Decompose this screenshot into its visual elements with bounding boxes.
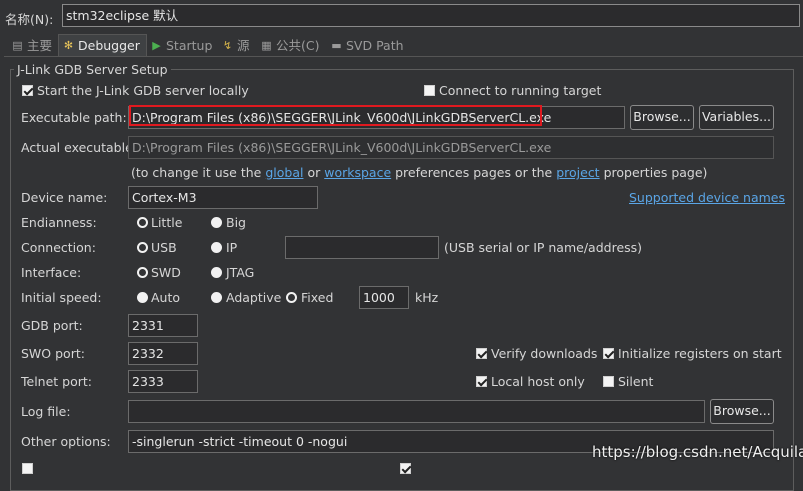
tab-common[interactable]: ▦ 公共(C) bbox=[257, 35, 325, 56]
big-radio[interactable] bbox=[211, 217, 222, 228]
swd-label: SWD bbox=[151, 265, 181, 280]
tab-startup[interactable]: ▶ Startup bbox=[147, 35, 218, 56]
big-label: Big bbox=[226, 215, 246, 230]
executable-label: Executable path: bbox=[21, 110, 127, 125]
little-label: Little bbox=[151, 215, 183, 230]
telnet-port-label: Telnet port: bbox=[21, 374, 92, 389]
auto-radio[interactable] bbox=[137, 292, 148, 303]
telnet-port-input[interactable]: 2333 bbox=[128, 370, 198, 393]
preferences-hint: (to change it use the global or workspac… bbox=[131, 165, 708, 180]
speed-label: Initial speed: bbox=[21, 290, 102, 305]
supported-devices-link[interactable]: Supported device names bbox=[629, 190, 785, 205]
browse-executable-button[interactable]: Browse... bbox=[630, 105, 694, 130]
connect-running-label: Connect to running target bbox=[439, 83, 602, 98]
gdb-port-label: GDB port: bbox=[21, 318, 83, 333]
name-label: 名称(N): bbox=[5, 12, 54, 27]
tab-debugger[interactable]: ✻ Debugger bbox=[58, 34, 147, 56]
svd-icon: ▬ bbox=[331, 38, 342, 52]
init-registers-checkbox[interactable] bbox=[603, 348, 614, 359]
endianness-label: Endianness: bbox=[21, 215, 97, 230]
swd-radio[interactable] bbox=[137, 267, 148, 278]
start-server-label: Start the J-Link GDB server locally bbox=[37, 83, 249, 98]
fixed-radio[interactable] bbox=[286, 292, 297, 303]
jtag-radio[interactable] bbox=[211, 267, 222, 278]
verify-downloads-label: Verify downloads bbox=[491, 346, 598, 361]
verify-downloads-checkbox[interactable] bbox=[476, 348, 487, 359]
connection-hint: (USB serial or IP name/address) bbox=[444, 240, 643, 255]
fixed-label: Fixed bbox=[301, 290, 334, 305]
local-host-only-label: Local host only bbox=[491, 374, 585, 389]
usb-label: USB bbox=[151, 240, 177, 255]
group-title: J-Link GDB Server Setup bbox=[14, 62, 171, 77]
highlight-box bbox=[129, 105, 542, 126]
auto-label: Auto bbox=[151, 290, 181, 305]
cutoff-checkbox-left[interactable] bbox=[22, 463, 33, 474]
project-link[interactable]: project bbox=[556, 165, 599, 180]
adaptive-radio[interactable] bbox=[211, 292, 222, 303]
actual-executable-field: D:\Program Files (x86)\SEGGER\JLink_V600… bbox=[128, 136, 774, 159]
interface-label: Interface: bbox=[21, 265, 82, 280]
connection-label: Connection: bbox=[21, 240, 96, 255]
tab-svd-path[interactable]: ▬ SVD Path bbox=[327, 35, 410, 56]
tab-source[interactable]: ↯ 源 bbox=[218, 35, 256, 56]
swo-port-label: SWO port: bbox=[21, 346, 85, 361]
other-options-label: Other options: bbox=[21, 434, 111, 449]
ip-radio[interactable] bbox=[211, 242, 222, 253]
bug-icon: ✻ bbox=[63, 38, 74, 52]
log-file-input[interactable] bbox=[128, 400, 705, 423]
common-icon: ▦ bbox=[261, 38, 272, 52]
local-host-only-checkbox[interactable] bbox=[476, 376, 487, 387]
usb-radio[interactable] bbox=[137, 242, 148, 253]
browse-log-button[interactable]: Browse... bbox=[710, 399, 774, 424]
log-file-label: Log file: bbox=[21, 404, 71, 419]
silent-checkbox[interactable] bbox=[603, 376, 614, 387]
speed-input[interactable]: 1000 bbox=[359, 286, 409, 309]
global-link[interactable]: global bbox=[265, 165, 303, 180]
gdb-port-input[interactable]: 2331 bbox=[128, 314, 198, 337]
cutoff-checkbox-right[interactable] bbox=[400, 463, 411, 474]
device-label: Device name: bbox=[21, 190, 108, 205]
connect-running-checkbox[interactable] bbox=[424, 85, 435, 96]
document-icon: ▤ bbox=[12, 38, 23, 52]
workspace-link[interactable]: workspace bbox=[324, 165, 391, 180]
adaptive-label: Adaptive bbox=[226, 290, 282, 305]
jtag-label: JTAG bbox=[226, 265, 255, 280]
tab-main[interactable]: ▤ 主要 bbox=[8, 35, 58, 56]
init-registers-label: Initialize registers on start bbox=[618, 346, 782, 361]
source-icon: ↯ bbox=[222, 38, 233, 52]
start-server-checkbox[interactable] bbox=[22, 85, 33, 96]
watermark: https://blog.csdn.net/Acquila bbox=[592, 443, 803, 461]
variables-button[interactable]: Variables... bbox=[699, 105, 774, 130]
little-radio[interactable] bbox=[137, 217, 148, 228]
device-name-input[interactable]: Cortex-M3 bbox=[128, 186, 318, 209]
khz-label: kHz bbox=[415, 290, 439, 305]
ip-label: IP bbox=[226, 240, 238, 255]
swo-port-input[interactable]: 2332 bbox=[128, 342, 198, 365]
connection-address-input[interactable] bbox=[285, 236, 439, 259]
silent-label: Silent bbox=[618, 374, 654, 389]
actual-executable-label: Actual executable: bbox=[21, 140, 137, 155]
jlink-group bbox=[10, 69, 794, 491]
play-icon: ▶ bbox=[152, 38, 161, 52]
tab-divider bbox=[4, 56, 803, 57]
name-field[interactable]: stm32eclipse 默认 bbox=[62, 4, 800, 27]
